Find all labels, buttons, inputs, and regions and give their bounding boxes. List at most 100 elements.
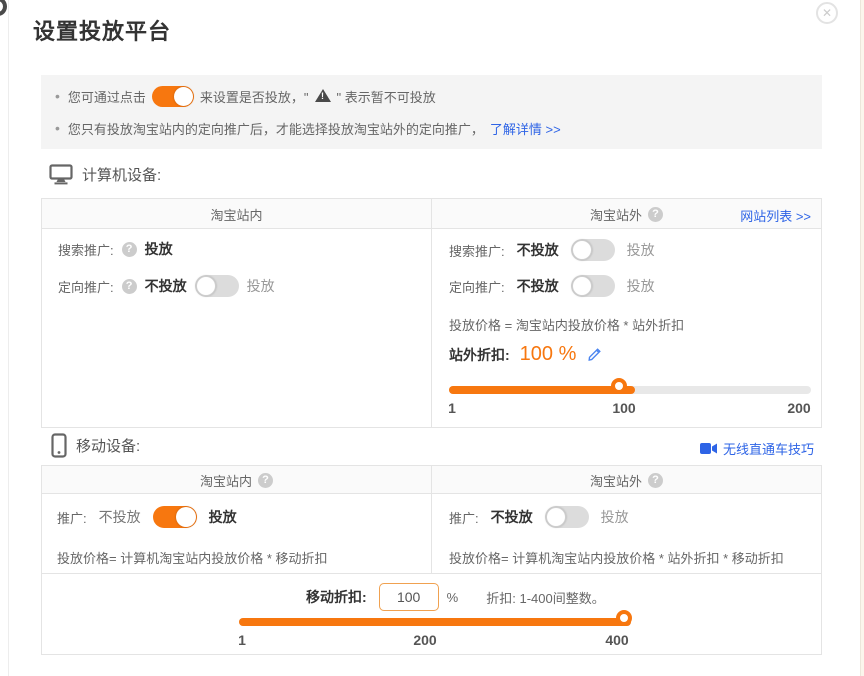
search-promo-label: 搜索推广: <box>449 241 505 260</box>
mobile-offsite-promo-row: 推广: 不投放 投放 <box>449 506 629 528</box>
toggle-knob <box>572 276 592 296</box>
dialog-left-border <box>8 0 9 676</box>
mobile-onsite-header-label: 淘宝站内 <box>200 471 252 490</box>
help-icon[interactable]: ? <box>648 473 663 488</box>
on-state-label: 投放 <box>627 276 655 296</box>
mobile-onsite-promo-row: 推广: 不投放 投放 <box>57 506 237 528</box>
percent-unit: % <box>447 590 459 605</box>
toggle-knob <box>196 276 216 296</box>
help-icon[interactable]: ? <box>122 279 137 294</box>
mobile-discount-label: 移动折扣: <box>306 587 367 607</box>
mobile-offsite-header-label: 淘宝站外 <box>590 471 642 490</box>
offsite-discount-row: 站外折扣: 100 % <box>449 343 603 366</box>
computer-onsite-search-row: 搜索推广: ? 投放 <box>58 239 173 259</box>
column-divider <box>431 466 432 573</box>
slider-max-label: 400 <box>605 632 628 648</box>
site-list-link[interactable]: 网站列表 >> <box>740 206 811 225</box>
notice-line-1: • 您可通过点击 来设置是否投放，" ! " 表示暂不可投放 <box>55 85 436 107</box>
computer-onsite-target-toggle[interactable] <box>195 275 239 297</box>
search-promo-label: 搜索推广: <box>58 240 114 259</box>
on-state-label: 投放 <box>247 276 275 296</box>
computer-onsite-target-row: 定向推广: ? 不投放 投放 <box>58 275 275 297</box>
on-state-label: 投放 <box>209 507 237 527</box>
mobile-section-title: 移动设备: <box>76 435 140 456</box>
search-promo-state: 投放 <box>145 239 173 259</box>
computer-offsite-search-toggle[interactable] <box>571 239 615 261</box>
offsite-discount-slider-handle[interactable] <box>611 378 627 394</box>
mobile-onsite-header: 淘宝站内 ? <box>42 466 431 494</box>
notice-line-2: • 您只有投放淘宝站内的定向推广后，才能选择投放淘宝站外的定向推广， 了解详情 … <box>55 119 561 137</box>
mobile-onsite-promo-toggle[interactable] <box>153 506 197 528</box>
example-toggle[interactable] <box>152 86 194 107</box>
video-camera-icon <box>700 442 718 455</box>
page-edge-strip <box>860 0 864 676</box>
mobile-offsite-price-formula: 投放价格= 计算机淘宝站内投放价格 * 站外折扣 * 移动折扣 <box>449 548 784 567</box>
slider-max-label: 200 <box>787 400 810 416</box>
computer-onsite-header-label: 淘宝站内 <box>210 205 262 224</box>
slider-min-label: 1 <box>448 400 456 416</box>
computer-section-title: 计算机设备: <box>82 164 161 185</box>
mobile-discount-row: 移动折扣: % 折扣: 1-400间整数。 <box>306 582 605 612</box>
mobile-offsite-promo-toggle[interactable] <box>545 506 589 528</box>
notice-line1-mid: 来设置是否投放，" <box>200 87 309 106</box>
slider-fill <box>239 618 631 626</box>
computer-section-header: 计算机设备: <box>49 164 161 185</box>
mobile-discount-slider-track[interactable] <box>239 618 631 626</box>
notice-box: • 您可通过点击 来设置是否投放，" ! " 表示暂不可投放 • 您只有投放淘宝… <box>41 75 822 149</box>
computer-offsite-search-row: 搜索推广: 不投放 投放 <box>449 239 655 261</box>
off-state-label: 不投放 <box>491 507 533 527</box>
notice-line1-post: " 表示暂不可投放 <box>337 87 436 106</box>
offsite-discount-label: 站外折扣: <box>449 345 510 365</box>
toggle-knob <box>572 240 592 260</box>
mobile-onsite-price-formula: 投放价格= 计算机淘宝站内投放价格 * 移动折扣 <box>57 548 328 567</box>
notice-line1-pre: 您可通过点击 <box>68 87 146 106</box>
slider-fill <box>449 386 635 394</box>
help-icon[interactable]: ? <box>122 242 137 257</box>
circle-icon <box>0 0 7 16</box>
computer-offsite-header-label: 淘宝站外 <box>590 205 642 224</box>
wireless-tips: 无线直通车技巧 <box>700 439 814 458</box>
discount-hint: 折扣: 1-400间整数。 <box>486 588 604 607</box>
target-promo-label: 定向推广: <box>449 277 505 296</box>
page-title: 设置投放平台 <box>33 14 171 46</box>
mobile-discount-slider-handle[interactable] <box>616 610 632 626</box>
close-icon: ✕ <box>822 6 832 20</box>
computer-table: 淘宝站内 淘宝站外 ? 网站列表 >> 搜索推广: ? 投放 定向推广: ? 不… <box>41 198 822 428</box>
help-icon[interactable]: ? <box>648 207 663 222</box>
close-button[interactable]: ✕ <box>816 2 838 24</box>
notice-line2-text: 您只有投放淘宝站内的定向推广后，才能选择投放淘宝站外的定向推广， <box>68 119 484 138</box>
off-state-label: 不投放 <box>517 276 559 296</box>
computer-onsite-header: 淘宝站内 <box>42 199 431 229</box>
background-partial-circle <box>0 0 8 24</box>
promo-label: 推广: <box>57 508 87 527</box>
warning-icon: ! <box>315 89 331 103</box>
off-state-label: 不投放 <box>99 507 141 527</box>
on-state-label: 投放 <box>627 240 655 260</box>
slider-mid-label: 100 <box>612 400 635 416</box>
mobile-discount-input[interactable] <box>379 583 439 611</box>
offsite-discount-value: 100 % <box>520 343 577 366</box>
mobile-table: 淘宝站内 ? 淘宝站外 ? 推广: 不投放 投放 投放价格= 计算机淘宝站内投放… <box>41 465 822 655</box>
bullet-icon: • <box>55 120 60 136</box>
target-promo-label: 定向推广: <box>58 277 114 296</box>
on-state-label: 投放 <box>601 507 629 527</box>
offsite-discount-slider-track[interactable] <box>449 386 811 394</box>
toggle-knob <box>176 507 196 527</box>
toggle-knob <box>546 507 566 527</box>
edit-pencil-icon[interactable] <box>586 346 603 363</box>
computer-icon <box>49 164 73 185</box>
toggle-knob <box>174 87 193 106</box>
column-divider <box>431 199 432 427</box>
wireless-tips-link[interactable]: 无线直通车技巧 <box>723 439 814 458</box>
help-icon[interactable]: ? <box>258 473 273 488</box>
promo-label: 推广: <box>449 508 479 527</box>
mobile-phone-icon <box>51 433 67 458</box>
mobile-offsite-header: 淘宝站外 ? <box>432 466 821 494</box>
row-divider <box>42 573 821 574</box>
computer-offsite-target-row: 定向推广: 不投放 投放 <box>449 275 655 297</box>
offsite-price-formula: 投放价格 = 淘宝站内投放价格 * 站外折扣 <box>449 315 684 334</box>
mobile-section-header: 移动设备: <box>51 433 140 458</box>
computer-offsite-target-toggle[interactable] <box>571 275 615 297</box>
dialog-set-platform: ✕ 设置投放平台 • 您可通过点击 来设置是否投放，" ! " 表示暂不可投放 … <box>0 0 864 676</box>
learn-more-link[interactable]: 了解详情 >> <box>490 119 561 138</box>
